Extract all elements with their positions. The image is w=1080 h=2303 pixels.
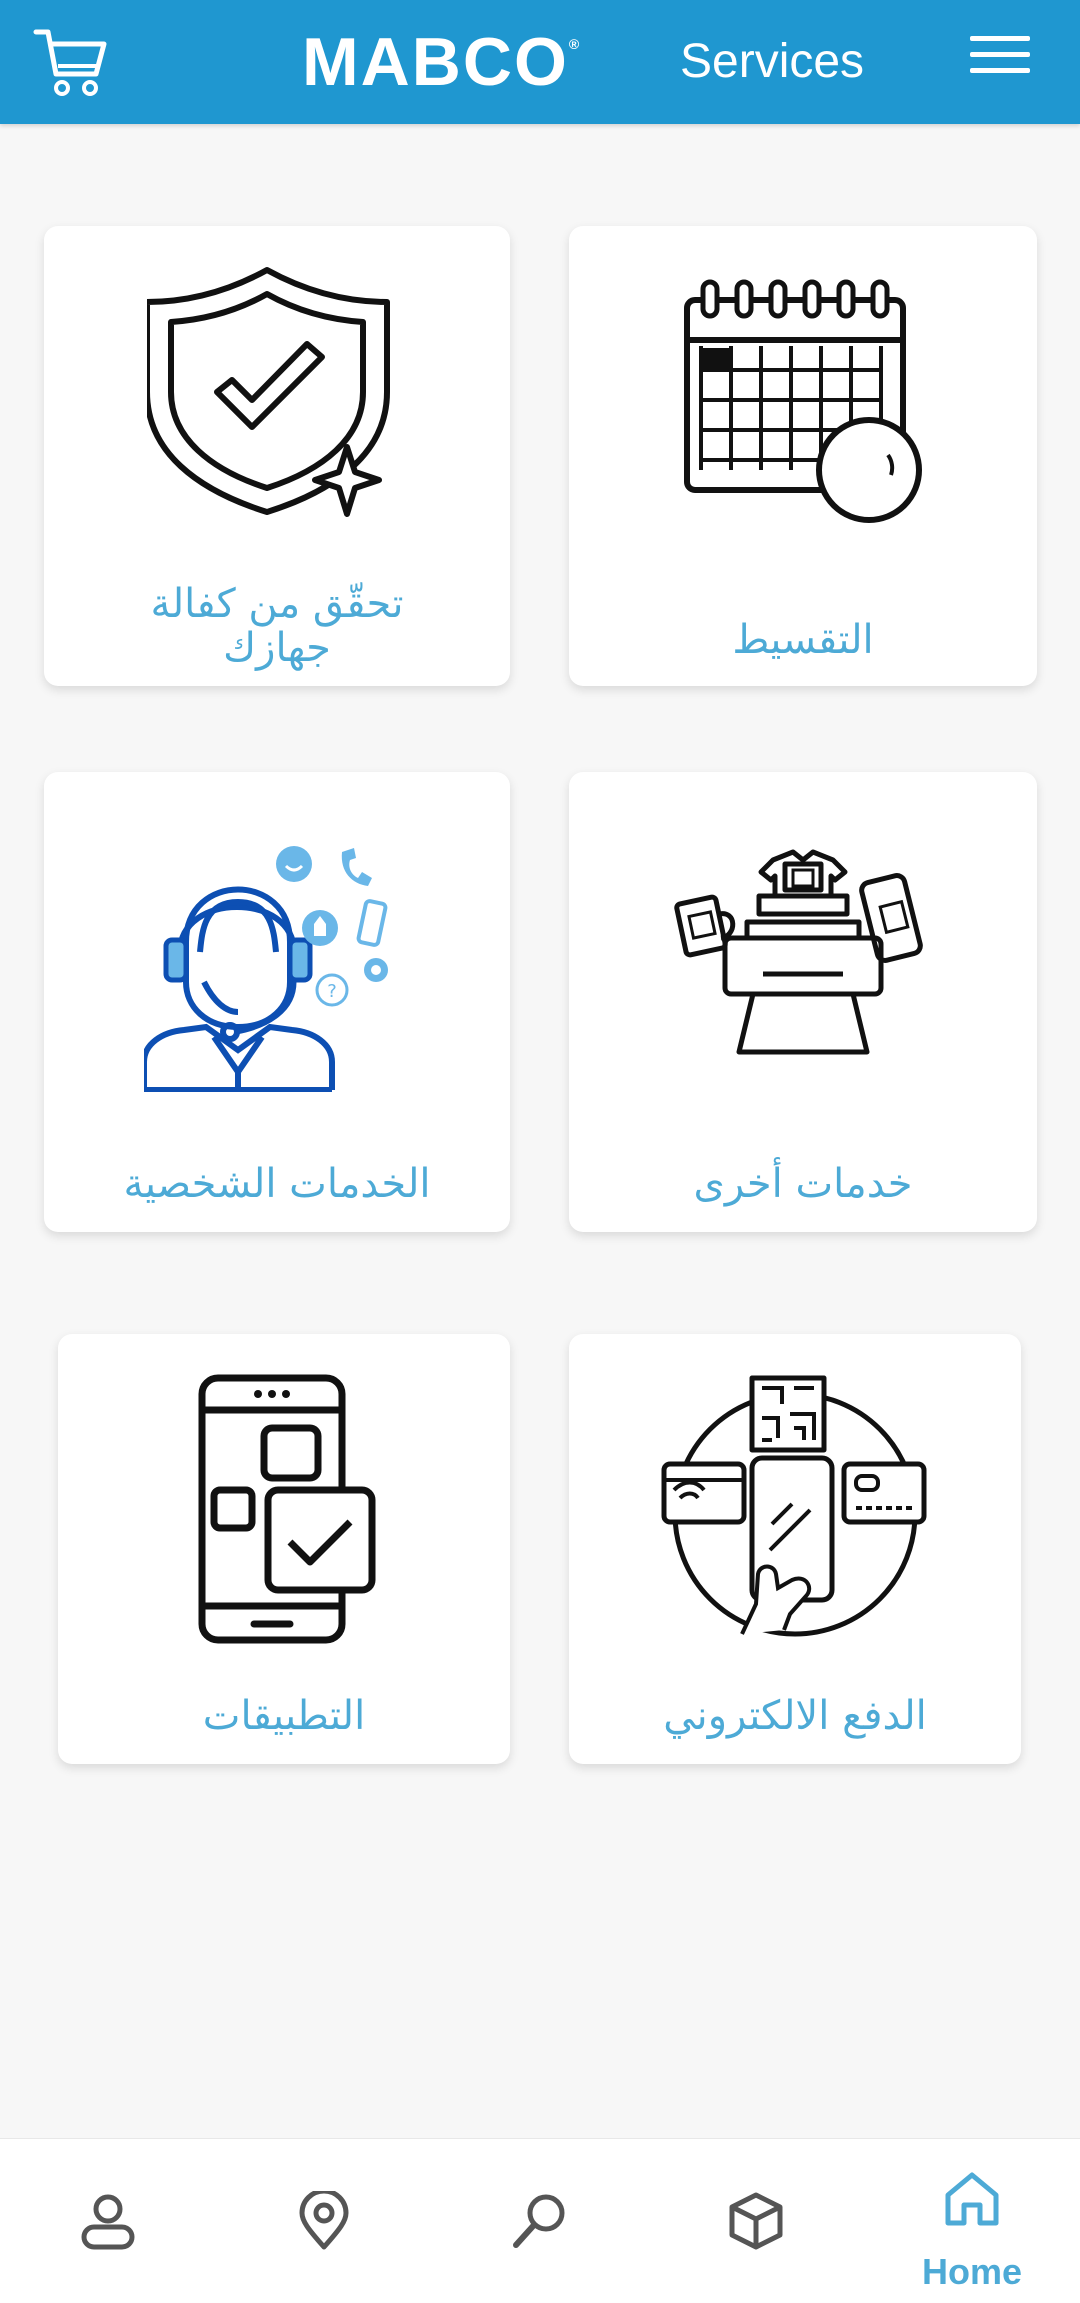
shield-check-icon: [147, 267, 390, 517]
service-card-other-services[interactable]: خدمات أخرى: [569, 772, 1037, 1232]
service-label: تحقّق من كفالة جهازك: [150, 581, 404, 671]
calendar-icon: [684, 279, 922, 523]
service-label: التقسيط: [732, 617, 874, 663]
mobile-apps-icon: [198, 1374, 376, 1644]
service-card-warranty[interactable]: تحقّق من كفالة جهازك: [44, 226, 510, 686]
svg-text:?: ?: [327, 981, 337, 1002]
hamburger-menu-icon[interactable]: [970, 36, 1030, 86]
cart-icon[interactable]: [30, 22, 110, 102]
nav-item-search[interactable]: [432, 2139, 648, 2303]
service-card-personal-services[interactable]: ? الخدمات الشخصية: [44, 772, 510, 1232]
nav-item-products[interactable]: [648, 2139, 864, 2303]
service-label: خدمات أخرى: [693, 1161, 913, 1207]
bottom-navigation: Home: [0, 2138, 1080, 2303]
service-card-applications[interactable]: التطبيقات: [58, 1334, 510, 1764]
brand-logo[interactable]: MABCO®: [302, 22, 581, 102]
box-icon: [729, 2192, 783, 2250]
location-pin-icon: [299, 2191, 349, 2250]
profile-icon: [81, 2194, 135, 2250]
electronic-payment-icon: [661, 1375, 927, 1637]
service-card-electronic-payment[interactable]: الدفع الالكتروني: [569, 1334, 1021, 1764]
page-title: Services: [680, 35, 865, 88]
service-label: الخدمات الشخصية: [123, 1161, 431, 1207]
service-label: التطبيقات: [202, 1693, 366, 1739]
search-icon: [513, 2194, 565, 2248]
customer-support-icon: ?: [144, 846, 388, 1092]
nav-item-profile[interactable]: [0, 2139, 216, 2303]
home-icon: [945, 2172, 999, 2226]
nav-item-location[interactable]: [216, 2139, 432, 2303]
top-app-bar: MABCO® Services: [0, 0, 1080, 124]
service-label: الدفع الالكتروني: [663, 1693, 927, 1739]
nav-item-home[interactable]: Home: [864, 2139, 1080, 2303]
printing-services-icon: [674, 849, 923, 1055]
service-card-installments[interactable]: التقسيط: [569, 226, 1037, 686]
nav-label-home: Home: [921, 2251, 1023, 2292]
